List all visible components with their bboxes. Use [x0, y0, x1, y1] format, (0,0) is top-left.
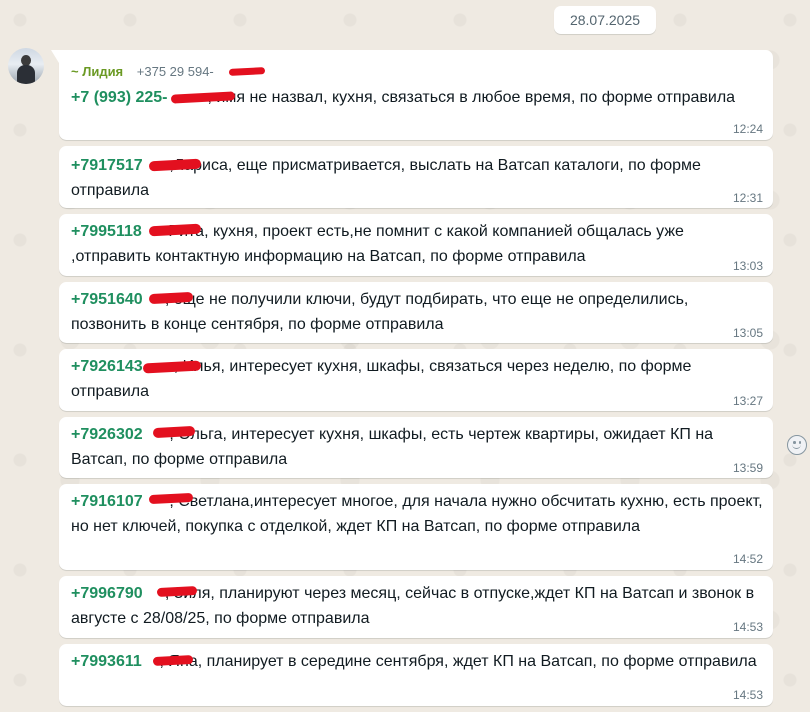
chat-panel: 28.07.2025 ~ Лидия +375 29 594- +7 (993)… — [0, 0, 810, 712]
message-time: 12:31 — [732, 191, 763, 205]
phone-link[interactable]: +7917517 — [71, 157, 143, 174]
phone-link[interactable]: +7916107 — [71, 493, 143, 510]
phone-link[interactable]: +7926302 — [71, 426, 143, 443]
message-bubble[interactable]: +7917517 ,Лариса, еще присматривается, в… — [59, 146, 773, 208]
message-body: , имя не назвал, кухня, связаться в любо… — [207, 89, 736, 106]
message-time: 14:52 — [732, 552, 763, 566]
smiley-mouth — [792, 444, 801, 449]
message-time: 13:05 — [732, 326, 763, 340]
phone-link[interactable]: +7926143 — [71, 358, 143, 375]
message-bubble[interactable]: +7926302 , Ольга, интересует кухня, шкаф… — [59, 417, 773, 478]
sender-name[interactable]: ~ Лидия — [71, 64, 123, 79]
message-bubble[interactable]: +7951640 , еще не получили ключи, будут … — [59, 282, 773, 343]
bubble-tail — [51, 50, 59, 63]
message-time: 13:03 — [732, 259, 763, 273]
redaction-mark — [228, 67, 266, 76]
message-bubble[interactable]: ~ Лидия +375 29 594- +7 (993) 225- , имя… — [51, 50, 773, 140]
message-time: 13:27 — [732, 394, 763, 408]
message-body: , Яна, планирует в середине сентября, жд… — [159, 653, 757, 670]
phone-link[interactable]: +7993611 — [71, 653, 142, 670]
phone-link[interactable]: +7996790 — [71, 585, 143, 602]
phone-link[interactable]: +7995118 — [71, 223, 142, 240]
phone-link[interactable]: +7951640 — [71, 291, 143, 308]
message-bubble[interactable]: +7995118 Рита, кухня, проект есть,не пом… — [59, 214, 773, 276]
date-separator: 28.07.2025 — [554, 6, 656, 34]
message-bubble[interactable]: +7996790 , Зиля, планируют через месяц, … — [59, 576, 773, 638]
message-time: 14:53 — [732, 620, 763, 634]
smiley-icon[interactable] — [787, 435, 807, 455]
sender-avatar[interactable] — [8, 48, 44, 84]
message-bubble[interactable]: +7993611 , Яна, планирует в середине сен… — [59, 644, 773, 706]
message-time: 13:59 — [732, 461, 763, 475]
avatar-body — [17, 65, 35, 84]
phone-link[interactable]: +7 (993) 225- — [71, 89, 168, 106]
message-bubble[interactable]: +7926143 , Илья, интересует кухня, шкафы… — [59, 349, 773, 411]
message-time: 12:24 — [732, 122, 763, 136]
message-bubble[interactable]: +7916107 , Светлана,интересует многое, д… — [59, 484, 773, 570]
message-time: 14:53 — [732, 688, 763, 702]
sender-header: ~ Лидия +375 29 594- — [71, 64, 214, 80]
sender-phone: +375 29 594- — [136, 64, 214, 79]
